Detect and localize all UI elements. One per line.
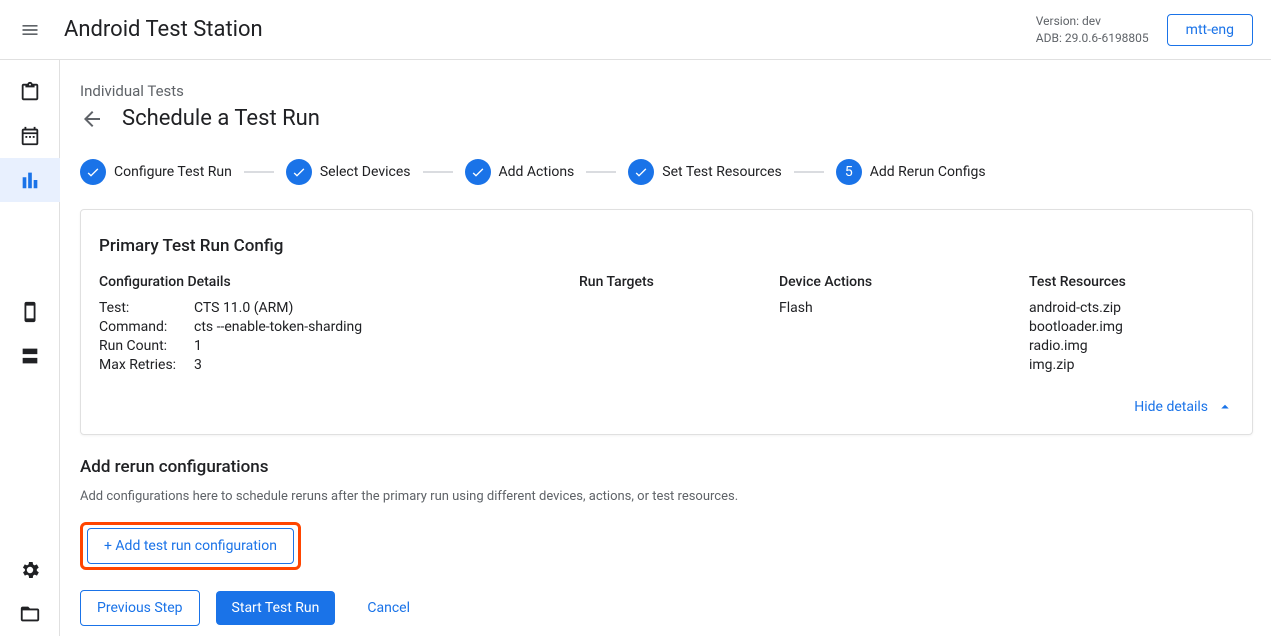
menu-button[interactable] [18,18,42,42]
sidebar-item-settings[interactable] [0,548,60,592]
check-icon [286,159,312,185]
menu-icon [20,20,40,40]
col-targets: Run Targets [579,274,759,376]
step-label: Configure Test Run [114,164,232,180]
stepper: Configure Test Run Select Devices Add Ac… [80,159,1253,185]
list-item: img.zip [1029,357,1234,373]
list-item: radio.img [1029,338,1234,354]
app-header: Android Test Station Version: dev ADB: 2… [0,0,1271,60]
gear-icon [19,559,41,581]
version-info: Version: dev ADB: 29.0.6-6198805 [1036,13,1149,47]
rerun-section-desc: Add configurations here to schedule reru… [80,489,1253,504]
kv-key: Command: [99,319,194,335]
cancel-button[interactable]: Cancel [351,591,426,625]
step-connector [586,171,616,173]
rerun-section-title: Add rerun configurations [80,457,1253,477]
bar-chart-icon [19,169,41,191]
add-test-run-config-button[interactable]: + Add test run configuration [87,528,294,564]
kv-key: Max Retries: [99,357,194,373]
step-label: Add Actions [499,164,575,180]
sidebar [0,60,60,636]
page-title: Schedule a Test Run [122,106,320,131]
sidebar-item-folder[interactable] [0,592,60,636]
kv-val: 3 [194,357,202,373]
check-icon [80,159,106,185]
step-add-rerun-configs[interactable]: 5 Add Rerun Configs [836,159,986,185]
kv-key: Test: [99,300,194,316]
header-right: Version: dev ADB: 29.0.6-6198805 mtt-eng [1036,13,1253,47]
highlight-annotation: + Add test run configuration [80,522,301,570]
start-test-run-button[interactable]: Start Test Run [216,591,336,625]
step-label: Select Devices [320,164,411,180]
list-item: android-cts.zip [1029,300,1234,316]
check-icon [628,159,654,185]
resources-head: Test Resources [1029,274,1234,290]
hide-details-label: Hide details [1134,399,1208,415]
actions-head: Device Actions [779,274,1009,290]
kv-key: Run Count: [99,338,194,354]
primary-config-card: Primary Test Run Config Configuration De… [80,209,1253,435]
back-button[interactable] [80,107,104,131]
version-line1: Version: dev [1036,13,1149,30]
sidebar-item-schedules[interactable] [0,114,60,158]
step-connector [244,171,274,173]
step-configure-test-run[interactable]: Configure Test Run [80,159,232,185]
chevron-up-icon [1216,398,1234,416]
previous-step-button[interactable]: Previous Step [80,590,200,626]
version-line2: ADB: 29.0.6-6198805 [1036,30,1149,47]
step-label: Add Rerun Configs [870,164,986,180]
action-row: Previous Step Start Test Run Cancel [80,590,1253,626]
app-title: Android Test Station [64,17,263,42]
sidebar-item-hosts[interactable] [0,334,60,378]
col-config: Configuration Details Test:CTS 11.0 (ARM… [99,274,559,376]
step-connector [794,171,824,173]
user-chip[interactable]: mtt-eng [1167,14,1253,46]
step-add-actions[interactable]: Add Actions [465,159,575,185]
kv-val: CTS 11.0 (ARM) [194,300,293,316]
clipboard-icon [19,81,41,103]
step-connector [423,171,453,173]
col-resources: Test Resources android-cts.zip bootloade… [1029,274,1234,376]
breadcrumb: Individual Tests [80,82,1253,100]
step-set-test-resources[interactable]: Set Test Resources [628,159,781,185]
step-select-devices[interactable]: Select Devices [286,159,411,185]
list-item: bootloader.img [1029,319,1234,335]
folder-icon [19,603,41,625]
phone-icon [19,301,41,323]
hide-details-toggle[interactable]: Hide details [99,398,1234,416]
step-number-icon: 5 [836,159,862,185]
arrow-left-icon [80,107,104,131]
kv-val: 1 [194,338,202,354]
kv-val: cts --enable-token-sharding [194,319,362,335]
targets-head: Run Targets [579,274,759,290]
step-label: Set Test Resources [662,164,781,180]
sidebar-item-devices[interactable] [0,290,60,334]
server-icon [19,345,41,367]
card-title: Primary Test Run Config [99,236,1234,256]
sidebar-item-tests[interactable] [0,70,60,114]
calendar-icon [19,125,41,147]
sidebar-item-results[interactable] [0,158,60,202]
page-title-row: Schedule a Test Run [80,106,1253,131]
check-icon [465,159,491,185]
main-content: Individual Tests Schedule a Test Run Con… [60,60,1271,636]
list-item: Flash [779,300,1009,316]
col-actions: Device Actions Flash [779,274,1009,376]
config-head: Configuration Details [99,274,559,290]
